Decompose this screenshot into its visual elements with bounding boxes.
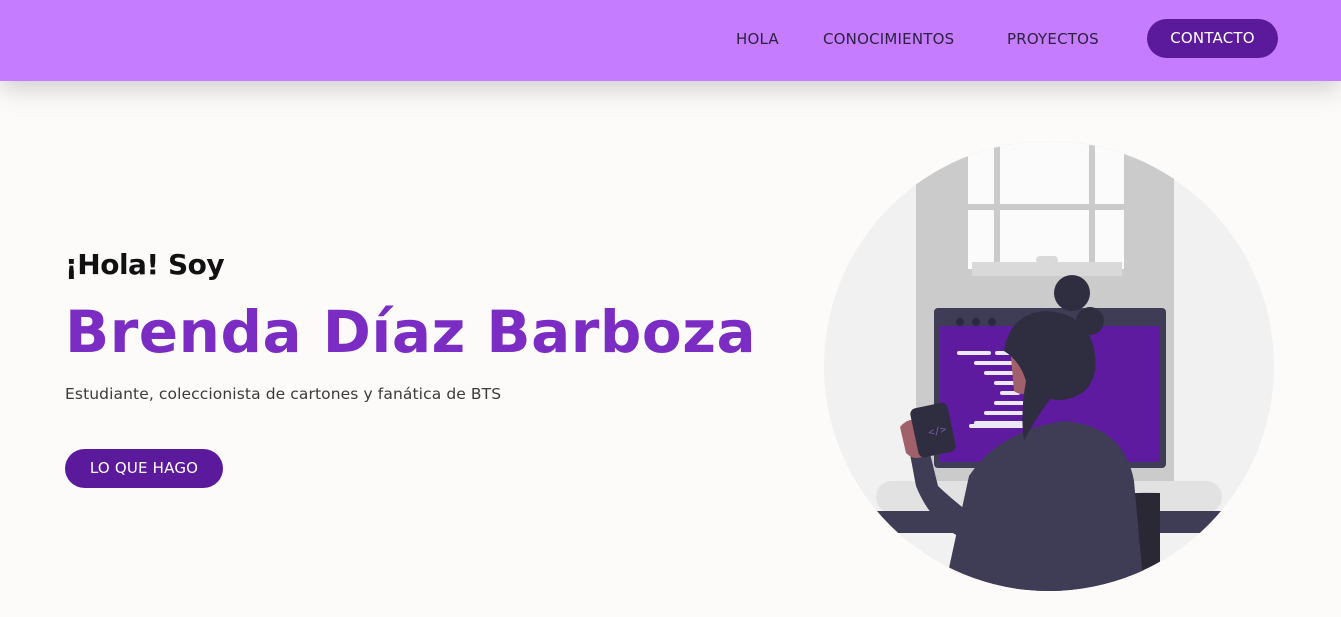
hero-tagline: Estudiante, coleccionista de cartones y …: [65, 385, 502, 403]
nav-link-hola[interactable]: HOLA: [736, 30, 779, 48]
contact-button[interactable]: CONTACTO: [1147, 19, 1278, 58]
what-i-do-button[interactable]: LO QUE HAGO: [65, 449, 223, 488]
nav-link-conocimientos[interactable]: CONOCIMIENTOS: [823, 30, 954, 48]
hero-name: Brenda Díaz Barboza: [65, 298, 757, 366]
developer-at-desk-illustration: </>: [824, 141, 1274, 591]
nav-link-proyectos[interactable]: PROYECTOS: [1007, 30, 1099, 48]
hero-greeting: ¡Hola! Soy: [65, 248, 225, 281]
top-navbar: HOLA CONOCIMIENTOS PROYECTOS CONTACTO: [0, 0, 1341, 81]
